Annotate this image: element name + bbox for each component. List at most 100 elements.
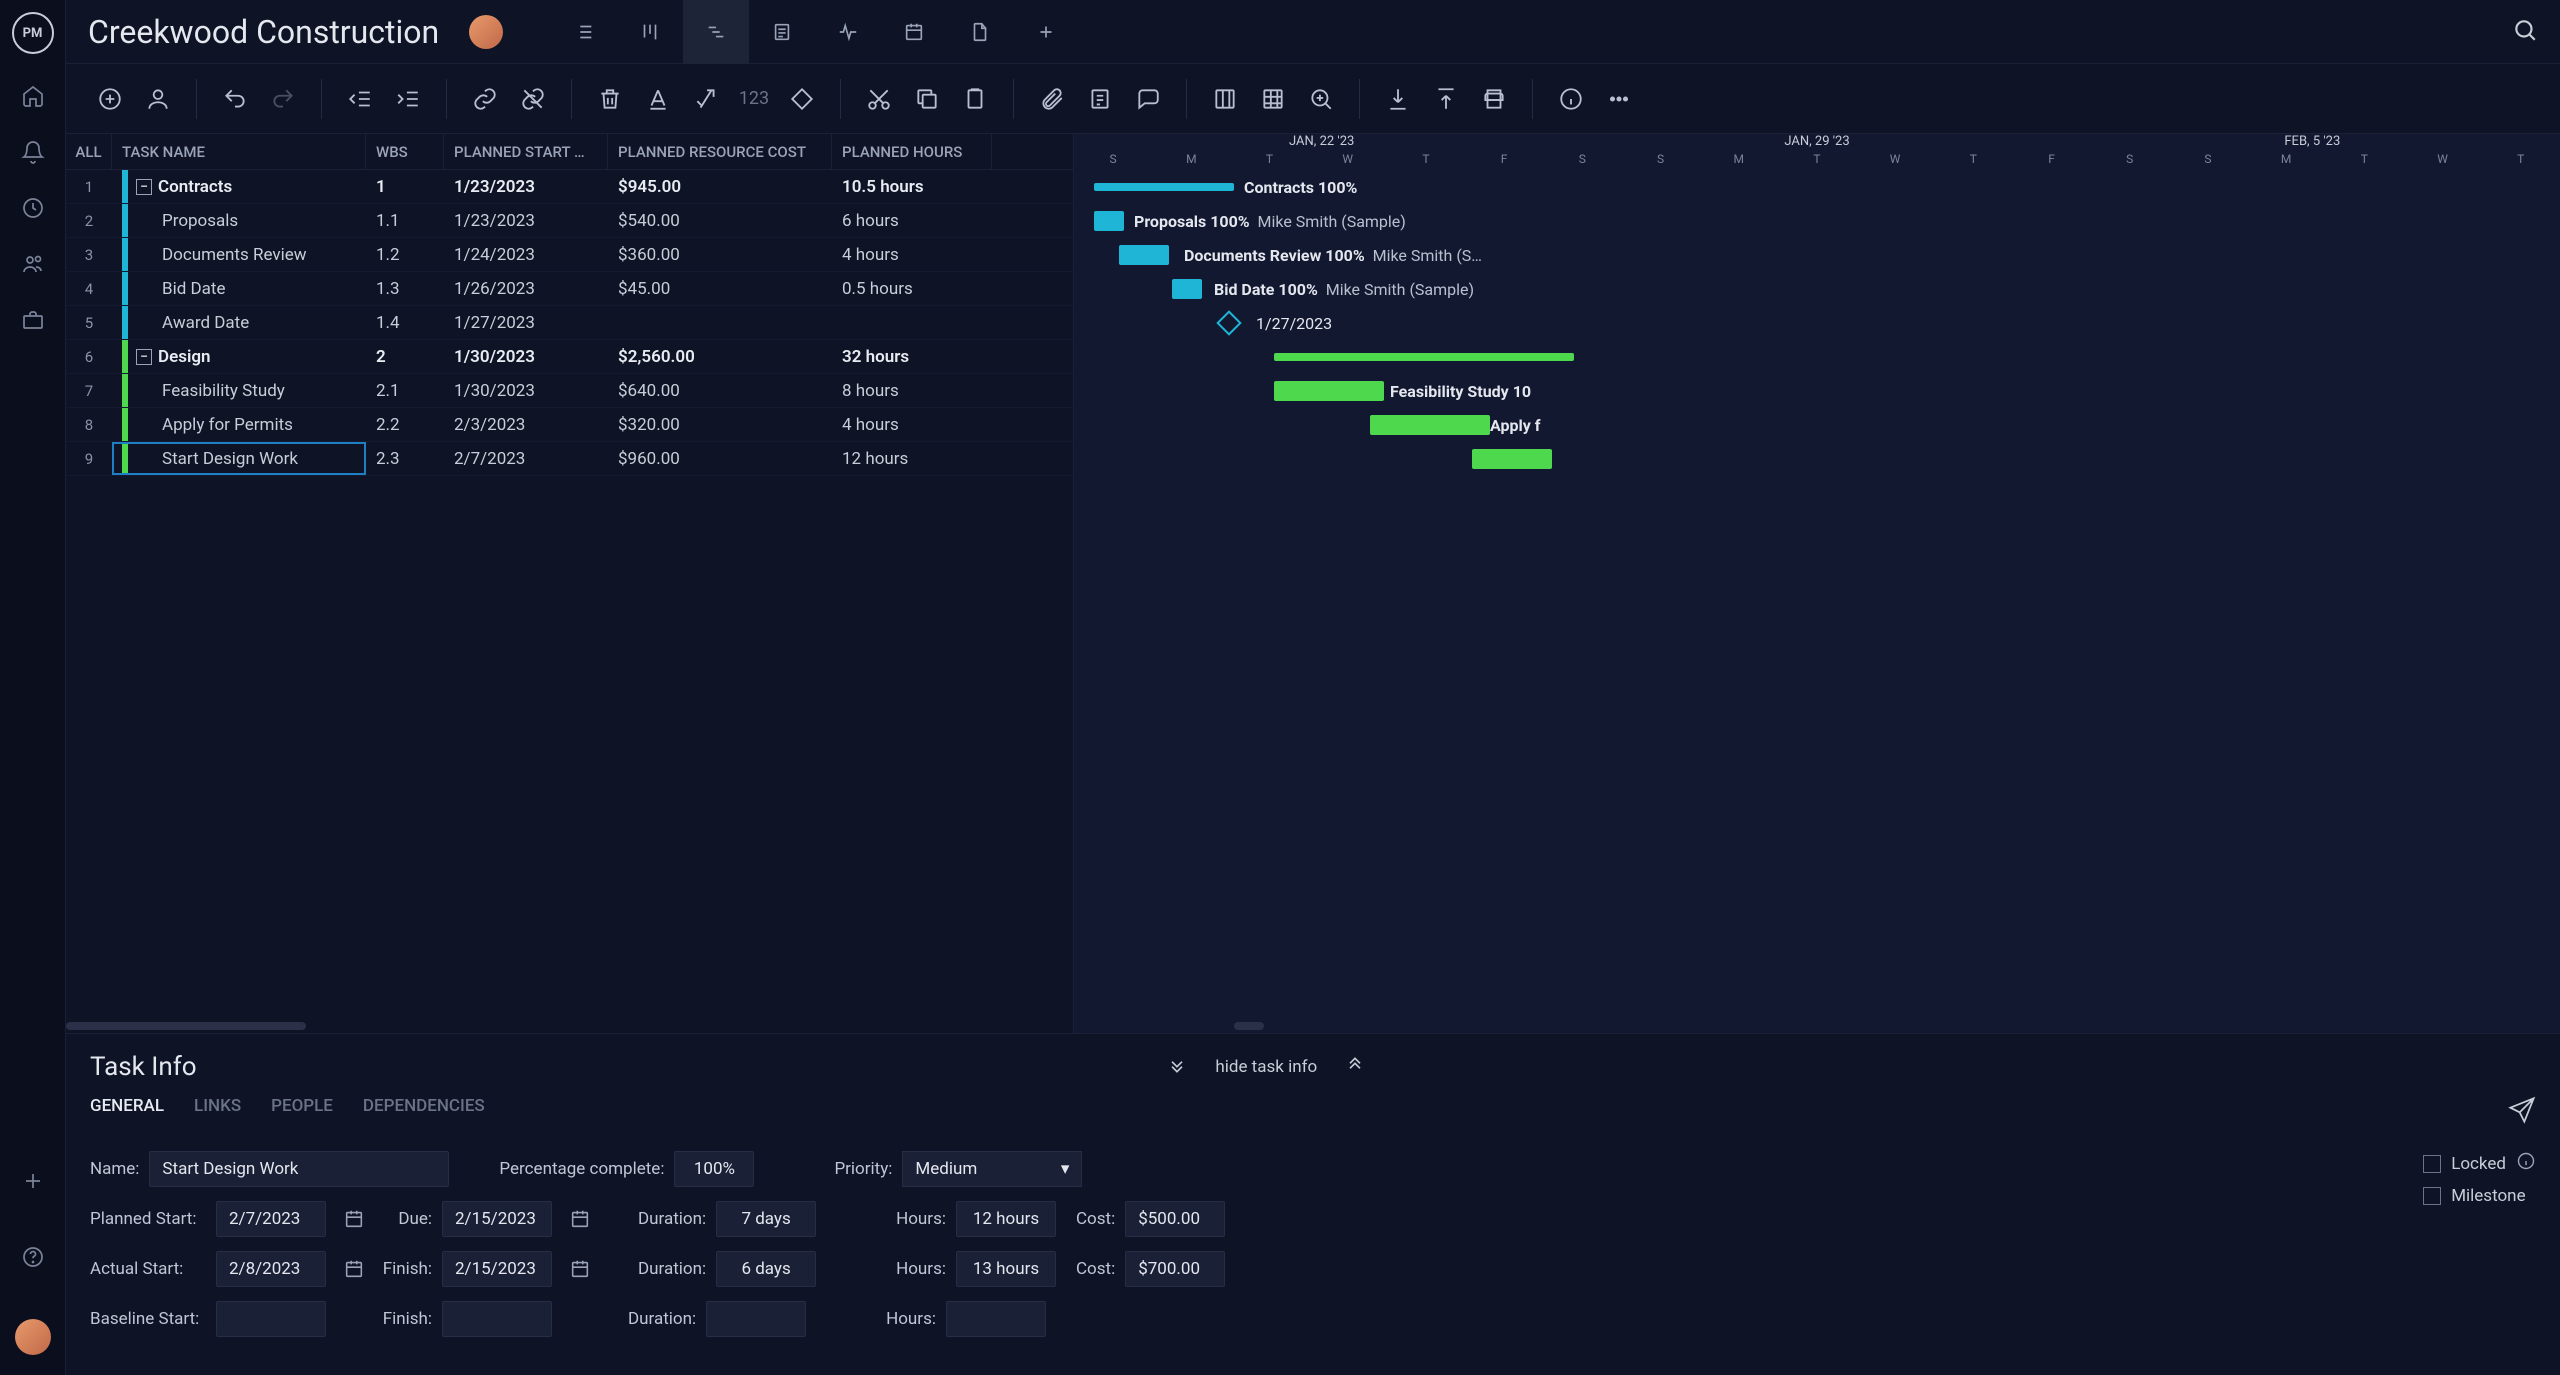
auto-number-button[interactable]: 123 <box>734 79 774 119</box>
grid-header-start[interactable]: PLANNED START … <box>444 134 608 169</box>
acost-input[interactable] <box>1125 1251 1225 1287</box>
table-row[interactable]: 7Feasibility Study2.11/30/2023$640.008 h… <box>66 374 1073 408</box>
info-button[interactable] <box>1551 79 1591 119</box>
gantt-row[interactable] <box>1074 340 2560 374</box>
project-avatar[interactable] <box>469 15 503 49</box>
milestone-checkbox[interactable] <box>2423 1187 2441 1205</box>
adur-input[interactable] <box>716 1251 816 1287</box>
gantt-row[interactable]: Proposals 100% Mike Smith (Sample) <box>1074 204 2560 238</box>
undo-button[interactable] <box>215 79 255 119</box>
table-row[interactable]: 9Start Design Work2.32/7/2023$960.0012 h… <box>66 442 1073 476</box>
grid-scrollbar[interactable] <box>66 1019 1073 1033</box>
afinish-input[interactable] <box>442 1251 552 1287</box>
tab-links[interactable]: LINKS <box>194 1096 241 1129</box>
gantt-row[interactable]: Apply f <box>1074 408 2560 442</box>
cut-button[interactable] <box>859 79 899 119</box>
outdent-button[interactable] <box>340 79 380 119</box>
view-list-icon[interactable] <box>551 0 617 64</box>
zoom-button[interactable] <box>1301 79 1341 119</box>
bfinish-input[interactable] <box>442 1301 552 1337</box>
grid-button[interactable] <box>1253 79 1293 119</box>
collapse-icon[interactable]: − <box>136 349 152 365</box>
tab-people[interactable]: PEOPLE <box>271 1096 333 1129</box>
view-gantt-icon[interactable] <box>683 0 749 64</box>
help-icon[interactable] <box>19 1243 47 1271</box>
paste-button[interactable] <box>955 79 995 119</box>
astart-input[interactable] <box>216 1251 326 1287</box>
collapse-icon[interactable]: − <box>136 179 152 195</box>
link-button[interactable] <box>465 79 505 119</box>
attach-button[interactable] <box>1032 79 1072 119</box>
grid-header-all[interactable]: ALL <box>66 134 112 169</box>
view-board-icon[interactable] <box>617 0 683 64</box>
view-file-icon[interactable] <box>947 0 1013 64</box>
gantt-row[interactable]: Documents Review 100% Mike Smith (S… <box>1074 238 2560 272</box>
print-button[interactable] <box>1474 79 1514 119</box>
import-button[interactable] <box>1378 79 1418 119</box>
tab-general[interactable]: GENERAL <box>90 1096 164 1129</box>
redo-button[interactable] <box>263 79 303 119</box>
indent-button[interactable] <box>388 79 428 119</box>
phrs-input[interactable] <box>956 1201 1056 1237</box>
home-icon[interactable] <box>19 82 47 110</box>
briefcase-icon[interactable] <box>19 306 47 334</box>
name-input[interactable] <box>149 1151 449 1187</box>
table-row[interactable]: 1−Contracts11/23/2023$945.0010.5 hours <box>66 170 1073 204</box>
table-row[interactable]: 8Apply for Permits2.22/3/2023$320.004 ho… <box>66 408 1073 442</box>
pct-input[interactable] <box>674 1151 754 1187</box>
calendar-icon[interactable] <box>336 1251 372 1287</box>
bdur-input[interactable] <box>706 1301 806 1337</box>
table-row[interactable]: 6−Design21/30/2023$2,560.0032 hours <box>66 340 1073 374</box>
table-row[interactable]: 3Documents Review1.21/24/2023$360.004 ho… <box>66 238 1073 272</box>
table-row[interactable]: 2Proposals1.11/23/2023$540.006 hours <box>66 204 1073 238</box>
clock-icon[interactable] <box>19 194 47 222</box>
clear-format-button[interactable] <box>686 79 726 119</box>
expand-down-icon[interactable] <box>1167 1055 1187 1080</box>
expand-up-icon[interactable] <box>1345 1055 1365 1080</box>
user-avatar[interactable] <box>15 1319 51 1355</box>
columns-button[interactable] <box>1205 79 1245 119</box>
view-add-icon[interactable] <box>1013 0 1079 64</box>
grid-header-cost[interactable]: PLANNED RESOURCE COST <box>608 134 832 169</box>
tab-dependencies[interactable]: DEPENDENCIES <box>363 1096 485 1129</box>
table-row[interactable]: 4Bid Date1.31/26/2023$45.000.5 hours <box>66 272 1073 306</box>
milestone-button[interactable] <box>782 79 822 119</box>
app-logo[interactable]: PM <box>12 12 54 54</box>
due-input[interactable] <box>442 1201 552 1237</box>
calendar-icon[interactable] <box>562 1201 598 1237</box>
unlink-button[interactable] <box>513 79 553 119</box>
comment-button[interactable] <box>1128 79 1168 119</box>
view-calendar-icon[interactable] <box>881 0 947 64</box>
calendar-icon[interactable] <box>336 1201 372 1237</box>
priority-select[interactable]: Medium▾ <box>902 1151 1082 1187</box>
gantt-row[interactable]: Contracts 100% <box>1074 170 2560 204</box>
export-button[interactable] <box>1426 79 1466 119</box>
delete-button[interactable] <box>590 79 630 119</box>
gantt-scrollbar[interactable] <box>1074 1019 2560 1033</box>
add-task-button[interactable] <box>90 79 130 119</box>
pstart-input[interactable] <box>216 1201 326 1237</box>
more-button[interactable] <box>1599 79 1639 119</box>
hide-task-info-button[interactable]: hide task info <box>1215 1057 1317 1077</box>
ahrs-input[interactable] <box>956 1251 1056 1287</box>
gantt-row[interactable]: Bid Date 100% Mike Smith (Sample) <box>1074 272 2560 306</box>
table-row[interactable]: 5Award Date1.41/27/2023 <box>66 306 1073 340</box>
gantt-row[interactable]: Feasibility Study 10 <box>1074 374 2560 408</box>
bstart-input[interactable] <box>216 1301 326 1337</box>
add-icon[interactable] <box>19 1167 47 1195</box>
grid-header-wbs[interactable]: WBS <box>366 134 444 169</box>
view-sheet-icon[interactable] <box>749 0 815 64</box>
calendar-icon[interactable] <box>562 1251 598 1287</box>
pcost-input[interactable] <box>1125 1201 1225 1237</box>
view-activity-icon[interactable] <box>815 0 881 64</box>
notes-button[interactable] <box>1080 79 1120 119</box>
assign-button[interactable] <box>138 79 178 119</box>
send-icon[interactable] <box>2508 1096 2536 1129</box>
gantt-row[interactable]: 1/27/2023 <box>1074 306 2560 340</box>
bell-icon[interactable] <box>19 138 47 166</box>
grid-header-name[interactable]: TASK NAME <box>112 134 366 169</box>
pdur-input[interactable] <box>716 1201 816 1237</box>
locked-checkbox[interactable] <box>2423 1155 2441 1173</box>
people-icon[interactable] <box>19 250 47 278</box>
text-style-button[interactable] <box>638 79 678 119</box>
